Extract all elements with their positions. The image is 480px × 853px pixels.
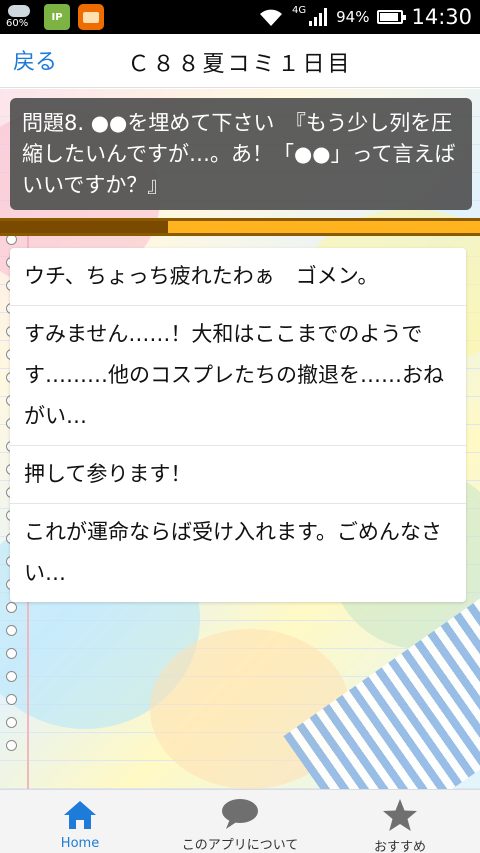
system-status: 4G 94% 14:30	[258, 0, 472, 34]
notification-icons: 60% IP	[6, 3, 104, 31]
clock: 14:30	[411, 5, 472, 29]
network-type: 4G	[292, 4, 307, 16]
weather-battery-icon: 60%	[6, 3, 36, 31]
page-title: Ｃ８８夏コミ１日目	[127, 52, 353, 77]
answer-option-2[interactable]: すみません……！大和はここまでのようです………他のコスプレたちの撤退を……おねが…	[10, 306, 466, 446]
answer-option-3[interactable]: 押して参ります！	[10, 446, 466, 504]
nav-home-label: Home	[60, 836, 100, 851]
battery-percent: 94%	[336, 8, 370, 26]
status-bar: 60% IP 4G 94% 14:30	[0, 0, 480, 34]
signal-icon	[309, 8, 328, 26]
wifi-icon	[260, 9, 282, 26]
battery-icon	[377, 10, 407, 24]
nav-recommend[interactable]: おすすめ	[320, 790, 480, 853]
ip-app-icon: IP	[44, 4, 70, 30]
nav-about-label: このアプリについて	[181, 838, 299, 853]
progress-bar	[0, 218, 480, 236]
home-icon	[62, 798, 98, 832]
answer-option-4[interactable]: これが運命ならば受け入れます。ごめんなさい…	[10, 504, 466, 602]
photo-app-icon	[78, 4, 104, 30]
question-box: 問題8. ●●を埋めて下さい 『もう少し列を圧縮したいんですが…。あ！「●●」っ…	[10, 98, 472, 210]
ip-app-label: IP	[51, 11, 63, 23]
speech-bubble-icon	[220, 798, 260, 830]
answer-list: ウチ、ちょっち疲れたわぁ ゴメン。 すみません……！大和はここまでのようです………	[10, 248, 466, 602]
small-battery-percent: 60%	[6, 18, 29, 29]
answer-option-1[interactable]: ウチ、ちょっち疲れたわぁ ゴメン。	[10, 248, 466, 306]
app-header: 戻る Ｃ８８夏コミ１日目	[0, 34, 480, 88]
nav-home[interactable]: Home	[0, 790, 160, 853]
nav-about[interactable]: このアプリについて	[160, 790, 320, 853]
progress-fill	[0, 221, 168, 233]
bottom-navigation: Home このアプリについて おすすめ	[0, 789, 480, 853]
nav-recommend-label: おすすめ	[373, 840, 426, 853]
star-icon	[382, 798, 418, 832]
